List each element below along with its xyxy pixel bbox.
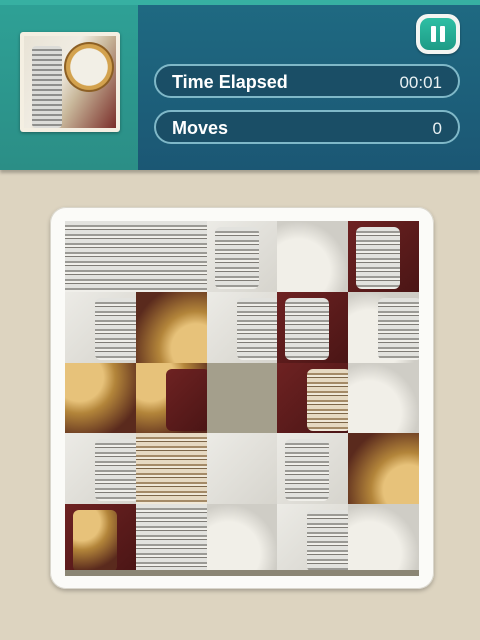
puzzle-tile[interactable] bbox=[65, 362, 136, 434]
tile-image-fragment bbox=[356, 227, 401, 289]
puzzle-tile[interactable] bbox=[206, 504, 278, 575]
pause-button[interactable] bbox=[416, 14, 460, 54]
reference-image-thumbnail[interactable] bbox=[20, 32, 120, 132]
tile-image-fragment bbox=[378, 297, 419, 360]
moves-value: 0 bbox=[432, 119, 442, 138]
tile-image-fragment bbox=[214, 227, 259, 289]
puzzle-tile[interactable] bbox=[348, 291, 419, 363]
moves-label: Moves bbox=[172, 118, 229, 138]
pause-icon bbox=[431, 26, 436, 42]
tile-image-fragment bbox=[307, 368, 349, 431]
pause-icon-bar bbox=[440, 26, 445, 42]
tile-image-fragment bbox=[95, 297, 136, 360]
puzzle-tile[interactable] bbox=[277, 504, 349, 575]
time-elapsed-label: Time Elapsed bbox=[172, 72, 288, 92]
puzzle-tile[interactable] bbox=[135, 291, 207, 363]
puzzle-tile[interactable] bbox=[277, 362, 349, 434]
puzzle-tile[interactable] bbox=[65, 433, 136, 505]
tile-image-fragment bbox=[95, 439, 136, 502]
tile-image-fragment bbox=[165, 368, 207, 431]
time-elapsed-value: 00:01 bbox=[399, 73, 442, 92]
coin-stack-image-part bbox=[32, 46, 62, 128]
tile-image-fragment bbox=[285, 439, 330, 502]
puzzle-tile[interactable] bbox=[135, 362, 207, 434]
puzzle-tile[interactable] bbox=[348, 504, 419, 575]
puzzle-tile[interactable] bbox=[348, 433, 419, 505]
time-elapsed-panel: Time Elapsed 00:01 bbox=[154, 64, 460, 98]
puzzle-tile[interactable] bbox=[277, 291, 349, 363]
reference-image bbox=[24, 36, 116, 128]
puzzle-tile[interactable] bbox=[206, 291, 278, 363]
puzzle-tile[interactable] bbox=[65, 291, 136, 363]
tile-image-fragment bbox=[285, 297, 330, 360]
puzzle-tile[interactable] bbox=[65, 504, 136, 575]
puzzle-tile[interactable] bbox=[348, 362, 419, 434]
puzzle-tile[interactable] bbox=[206, 221, 278, 292]
pause-button-face bbox=[420, 18, 456, 50]
clock-image-part bbox=[64, 42, 114, 92]
puzzle-tile[interactable] bbox=[135, 433, 207, 505]
puzzle-tile[interactable] bbox=[277, 433, 349, 505]
moves-panel: Moves 0 bbox=[154, 110, 460, 144]
tile-image-fragment bbox=[307, 510, 349, 573]
tile-image-fragment bbox=[236, 297, 278, 360]
puzzle-tile[interactable] bbox=[135, 221, 207, 292]
puzzle-tile[interactable] bbox=[135, 504, 207, 575]
top-accent-line bbox=[0, 0, 480, 5]
puzzle-board-edge bbox=[65, 570, 419, 576]
puzzle-tile[interactable] bbox=[65, 221, 136, 292]
puzzle-tile[interactable] bbox=[348, 221, 419, 292]
puzzle-board bbox=[65, 221, 419, 575]
tile-image-fragment bbox=[73, 510, 117, 573]
puzzle-tile[interactable] bbox=[277, 221, 349, 292]
puzzle-tile[interactable] bbox=[206, 433, 278, 505]
